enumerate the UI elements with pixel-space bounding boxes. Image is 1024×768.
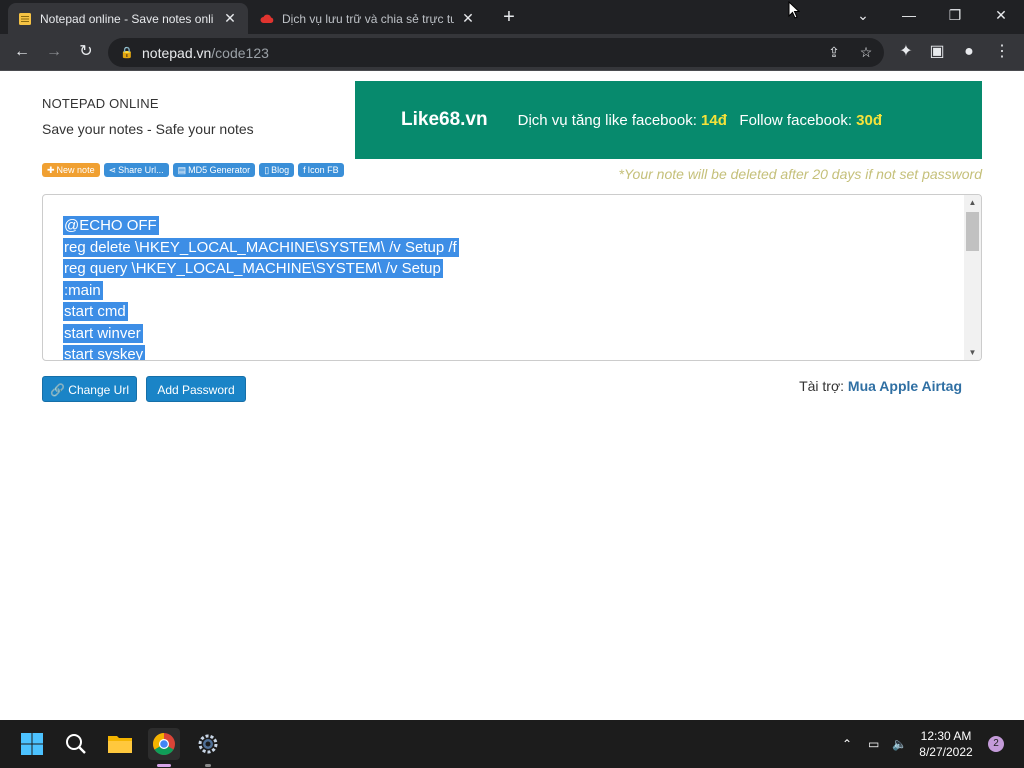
mouse-cursor-icon — [788, 1, 800, 19]
note-textarea[interactable]: @ECHO OFF reg delete \HKEY_LOCAL_MACHINE… — [42, 194, 982, 361]
note-line: start cmd — [63, 302, 128, 321]
system-clock[interactable]: 12:30 AM 8/27/2022 — [911, 728, 981, 760]
file-explorer-icon[interactable] — [104, 728, 136, 760]
note-line: start winver — [63, 323, 143, 343]
windows-taskbar: ⌃ ▭ 🔈 12:30 AM 8/27/2022 2 — [0, 720, 1024, 768]
search-icon[interactable] — [60, 728, 92, 760]
address-bar[interactable]: 🔒 notepad.vn/code123 ⇪ ☆ — [108, 38, 884, 67]
sponsor-text: Tài trợ: Mua Apple Airtag — [799, 378, 962, 394]
change-url-button[interactable]: 🔗 Change Url — [42, 376, 137, 402]
site-title: NOTEPAD ONLINE — [42, 96, 159, 111]
note-line: :main — [63, 280, 103, 300]
settings-gear-icon[interactable] — [192, 728, 224, 760]
tab-notepad[interactable]: Notepad online - Save notes onli ✕ — [8, 3, 248, 34]
share-url-button[interactable]: ⋖ Share Url... — [103, 163, 169, 177]
note-line: @ECHO OFF — [63, 216, 159, 235]
facebook-icon: f — [303, 165, 306, 175]
clock-date: 8/27/2022 — [919, 745, 973, 759]
md5-generator-button[interactable]: ▤ MD5 Generator — [172, 163, 256, 177]
deletion-notice: *Your note will be deleted after 20 days… — [618, 166, 982, 182]
blog-button[interactable]: ▯ Blog — [259, 163, 295, 177]
new-tab-button[interactable]: + — [498, 6, 520, 28]
plus-icon: ✚ — [47, 165, 55, 175]
scrollbar-thumb[interactable] — [966, 212, 979, 251]
extensions-puzzle-icon[interactable]: ✦ — [894, 40, 918, 64]
active-app-indicator — [157, 764, 171, 767]
minimize-button[interactable]: — — [886, 0, 932, 30]
share-icon: ⋖ — [108, 165, 117, 175]
browser-tabstrip: Notepad online - Save notes onli ✕ Dịch … — [0, 0, 1024, 34]
tab-title: Dịch vụ lưu trữ và chia sẻ trực tuy — [282, 11, 454, 26]
forward-arrow-icon[interactable]: → — [42, 40, 66, 64]
file-icon: ▯ — [264, 165, 270, 175]
back-arrow-icon[interactable]: ← — [10, 40, 34, 64]
new-note-button[interactable]: ✚ New note — [42, 163, 100, 177]
windows-start-icon[interactable] — [16, 728, 48, 760]
url-host: notepad.vn — [142, 44, 212, 61]
close-tab-icon[interactable]: ✕ — [460, 10, 476, 27]
clock-time: 12:30 AM — [920, 729, 972, 743]
site-subtitle: Save your notes - Safe your notes — [42, 121, 254, 137]
running-app-indicator — [205, 764, 211, 767]
browser-toolbar: ← → ↻ 🔒 notepad.vn/code123 ⇪ ☆ ✦ ▣ ● ⋮ — [0, 34, 1024, 71]
note-content: @ECHO OFF reg delete \HKEY_LOCAL_MACHINE… — [63, 215, 459, 360]
network-icon[interactable]: ▭ — [868, 720, 879, 768]
notepad-favicon-icon — [19, 12, 31, 25]
chrome-icon[interactable] — [148, 728, 180, 760]
share-page-icon[interactable]: ⇪ — [822, 40, 846, 64]
bookmark-star-icon[interactable]: ☆ — [854, 40, 878, 64]
ad-banner[interactable]: Like68.vn Dịch vụ tăng like facebook: 14… — [355, 81, 982, 159]
webpage: NOTEPAD ONLINE Save your notes - Safe yo… — [0, 71, 1024, 720]
cloud-favicon-icon — [260, 14, 274, 23]
reload-icon[interactable]: ↻ — [74, 40, 98, 64]
menu-dots-icon[interactable]: ⋮ — [990, 40, 1014, 64]
ad-message: Dịch vụ tăng like facebook: 14đ Follow f… — [517, 111, 883, 129]
tab-search-chevron-icon[interactable]: ⌄ — [840, 0, 886, 30]
link-icon: 🔗 — [50, 383, 65, 397]
tab-storage[interactable]: Dịch vụ lưu trữ và chia sẻ trực tuy ✕ — [250, 3, 486, 34]
close-tab-icon[interactable]: ✕ — [222, 10, 238, 27]
profile-avatar-icon[interactable]: ● — [957, 40, 981, 64]
sponsor-link[interactable]: Mua Apple Airtag — [848, 378, 962, 394]
side-panel-icon[interactable]: ▣ — [925, 40, 949, 64]
note-line: start syskey — [63, 344, 459, 360]
notification-badge[interactable]: 2 — [988, 736, 1004, 752]
icon-fb-button[interactable]: f Icon FB — [298, 163, 344, 177]
toolbar-pills: ✚ New note ⋖ Share Url... ▤ MD5 Generator ▯… — [42, 163, 344, 177]
database-icon: ▤ — [177, 165, 187, 175]
note-line: reg delete \HKEY_LOCAL_MACHINE\SYSTEM\ /… — [63, 237, 459, 257]
scroll-down-arrow-icon[interactable]: ▼ — [964, 345, 981, 360]
volume-icon[interactable]: 🔈 — [892, 720, 907, 768]
editor-scrollbar[interactable]: ▲ ▼ — [964, 195, 981, 360]
add-password-button[interactable]: Add Password — [146, 376, 246, 402]
tray-chevron-icon[interactable]: ⌃ — [842, 720, 852, 768]
note-line: reg query \HKEY_LOCAL_MACHINE\SYSTEM\ /v… — [63, 259, 443, 278]
scroll-up-arrow-icon[interactable]: ▲ — [964, 195, 981, 210]
close-window-button[interactable]: ✕ — [978, 0, 1024, 30]
url-path: /code123 — [211, 44, 269, 61]
tab-title: Notepad online - Save notes onli — [40, 11, 214, 26]
lock-icon: 🔒 — [120, 47, 134, 59]
restore-button[interactable]: ❐ — [932, 0, 978, 30]
ad-logo: Like68.vn — [401, 109, 488, 130]
